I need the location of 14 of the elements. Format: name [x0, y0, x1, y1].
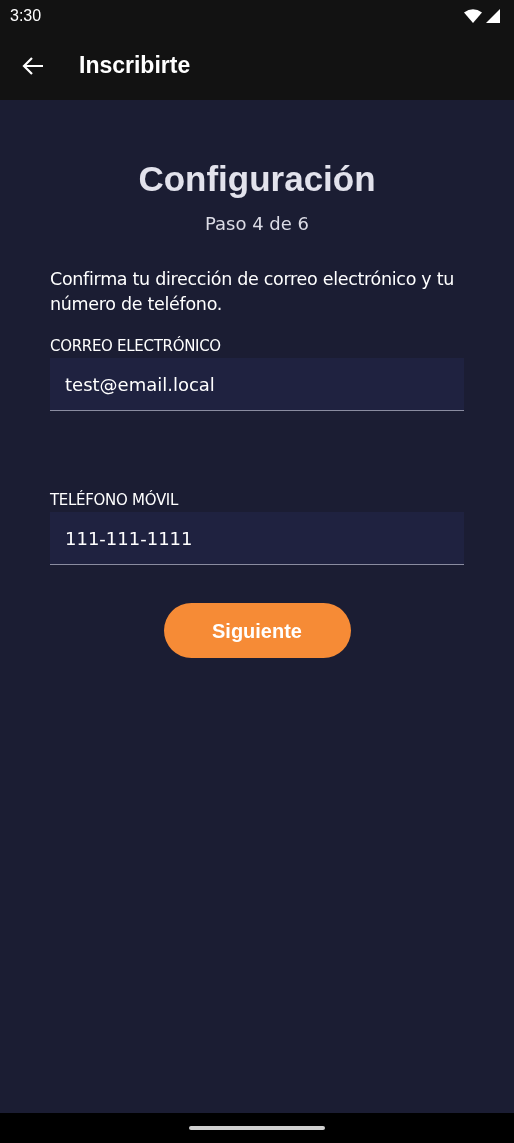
- app-bar-title: Inscribirte: [79, 52, 191, 80]
- status-time: 3:30: [10, 6, 42, 26]
- field-label: TELÉFONO MÓVIL: [50, 489, 179, 511]
- back-button[interactable]: [20, 55, 46, 77]
- page-heading: Configuración: [137, 158, 377, 200]
- wifi-icon: [464, 9, 482, 23]
- step-indicator: Paso 4 de 6: [203, 212, 310, 236]
- input-field[interactable]: test@email.local: [50, 358, 464, 411]
- back-arrow-icon: [22, 57, 44, 75]
- signal-icon: [486, 9, 500, 23]
- instructions-text: Confirma tu dirección de correo electrónico y tu número de teléfono.: [50, 268, 455, 316]
- field-label: CORREO ELECTRÓNICO: [50, 335, 221, 357]
- home-handle[interactable]: [189, 1126, 325, 1130]
- input-field[interactable]: 111-111-1111: [50, 512, 464, 565]
